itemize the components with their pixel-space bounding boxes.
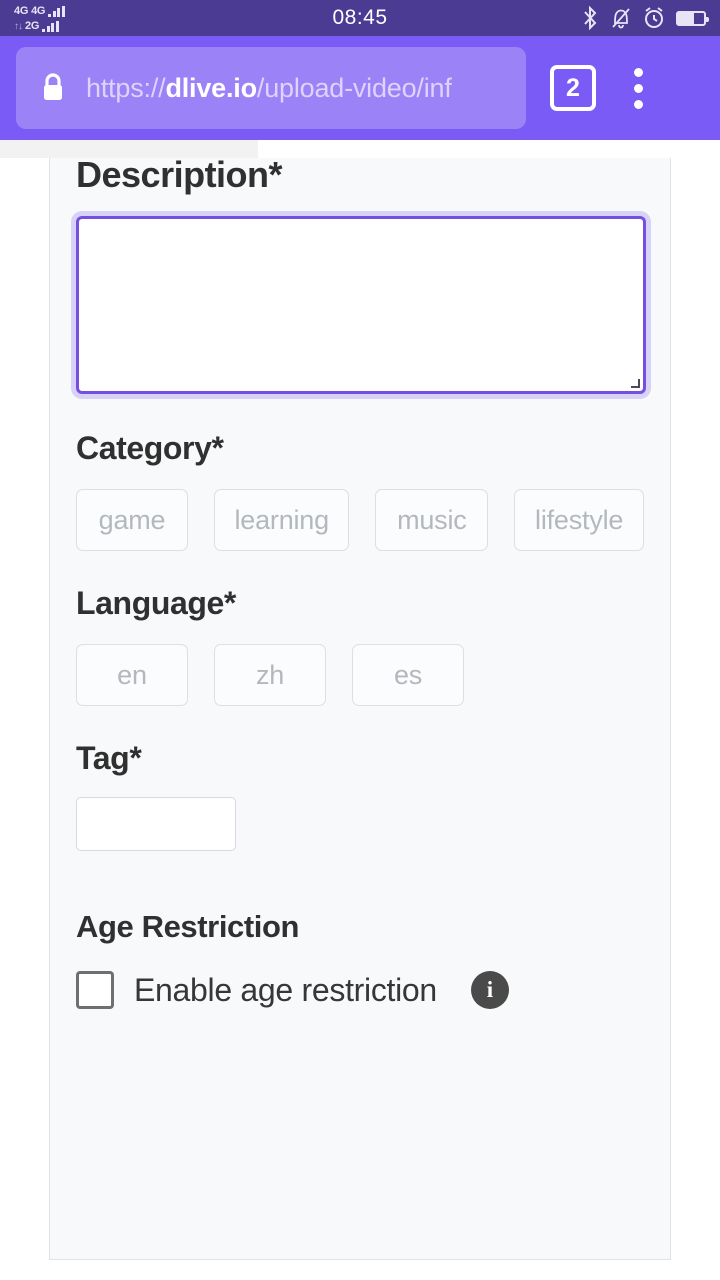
description-input[interactable] [76, 216, 646, 394]
alarm-icon [645, 7, 663, 28]
lock-icon [44, 73, 62, 100]
description-title: Description* [76, 158, 283, 195]
category-options: game learning music lifestyle [76, 489, 644, 551]
overflow-menu-icon[interactable] [614, 67, 662, 109]
age-restriction-checkbox[interactable] [76, 971, 114, 1009]
category-chip-music[interactable]: music [375, 489, 489, 551]
language-title: Language* [76, 585, 236, 621]
status-icons [580, 6, 709, 30]
category-chip-lifestyle[interactable]: lifestyle [514, 489, 644, 551]
tag-input[interactable] [76, 797, 236, 851]
battery-icon [676, 10, 709, 26]
age-restriction-label: Enable age restriction [134, 971, 437, 1008]
url-host: dlive.io [165, 72, 257, 103]
language-options: en zh es [76, 644, 644, 706]
resize-handle-icon[interactable] [630, 378, 640, 388]
page-top-partial-strip [0, 140, 720, 158]
tag-title: Tag* [76, 740, 142, 776]
category-chip-learning[interactable]: learning [214, 489, 350, 551]
bluetooth-icon [584, 6, 597, 30]
url-path: /upload-video/inf [256, 72, 452, 103]
url-scheme: https:// [86, 72, 166, 103]
category-title: Category* [76, 430, 224, 466]
silent-mode-icon [612, 8, 630, 29]
category-chip-game[interactable]: game [76, 489, 188, 551]
tab-counter-button[interactable]: 2 [550, 65, 596, 111]
info-icon[interactable]: i [470, 971, 509, 1009]
url-bar[interactable]: https://dlive.io/upload-video/inf [16, 47, 526, 129]
url-text: https://dlive.io/upload-video/inf [86, 73, 452, 104]
age-restriction-title: Age Restriction [76, 909, 300, 944]
upload-info-card: Description* Category* game learning mus… [49, 158, 671, 1260]
page-content: Description* Category* game learning mus… [0, 158, 720, 1280]
status-bar: 4G 4G ↑↓ 2G 08:45 [0, 0, 720, 36]
language-chip-en[interactable]: en [76, 644, 188, 706]
browser-toolbar: https://dlive.io/upload-video/inf 2 [0, 36, 720, 140]
age-restriction-row: Enable age restriction i [76, 971, 644, 1009]
language-chip-zh[interactable]: zh [214, 644, 326, 706]
language-chip-es[interactable]: es [352, 644, 464, 706]
